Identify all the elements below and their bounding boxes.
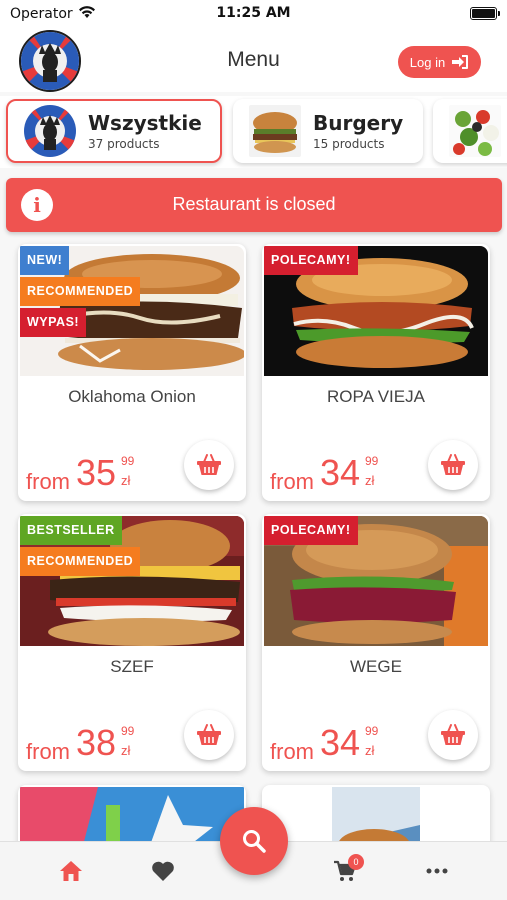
login-button[interactable]: Log in — [398, 46, 481, 78]
nav-home[interactable] — [56, 856, 86, 886]
price-cents: 99 — [365, 454, 379, 468]
category-name: Wszystkie — [88, 111, 202, 135]
price-main: 34 — [320, 452, 361, 493]
basket-icon — [197, 454, 221, 475]
price-currency: zł — [365, 473, 375, 488]
category-carousel[interactable]: Wszystkie 37 products Burgery 15 product… — [0, 96, 507, 168]
app-header: Menu Log in — [0, 28, 507, 92]
price-from-label: from — [26, 469, 70, 494]
badge-new: NEW! — [20, 246, 70, 275]
product-card-wege[interactable]: POLECAMY! WEGE from 34 99 zł — [262, 514, 490, 771]
more-icon — [426, 868, 448, 874]
restaurant-closed-banner: i Restaurant is closed — [6, 178, 502, 232]
category-burgery[interactable]: Burgery 15 products — [233, 99, 423, 163]
price-cents: 99 — [121, 454, 135, 468]
login-label: Log in — [409, 54, 446, 70]
product-card-szef[interactable]: BESTSELLER RECOMMENDED SZEF from 38 99 z… — [18, 514, 246, 771]
badge-polecamy: POLECAMY! — [264, 246, 358, 275]
price-currency: zł — [121, 473, 131, 488]
product-name: SZEF — [110, 657, 154, 676]
price-main: 34 — [320, 722, 361, 763]
home-icon — [60, 861, 82, 881]
price-from-label: from — [26, 739, 70, 764]
nav-more[interactable] — [422, 856, 452, 886]
product-name: Oklahoma Onion — [68, 387, 196, 406]
closed-text: Restaurant is closed — [172, 194, 336, 214]
basket-icon — [441, 454, 465, 475]
badge-polecamy: POLECAMY! — [264, 516, 358, 545]
clock: 11:25 AM — [216, 5, 291, 21]
product-name: ROPA VIEJA — [327, 387, 425, 406]
price-from-label: from — [270, 739, 314, 764]
nav-favorites[interactable] — [148, 856, 178, 886]
add-to-cart-button[interactable] — [184, 710, 234, 760]
category-all-thumbnail — [24, 105, 76, 157]
search-icon — [243, 830, 266, 853]
badge-wypas: WYPAS! — [20, 308, 87, 337]
nav-cart[interactable]: 0 — [330, 854, 364, 886]
price-main: 38 — [76, 722, 117, 763]
category-burgery-thumbnail — [249, 105, 301, 157]
login-icon — [452, 55, 469, 69]
category-count: 37 products — [88, 137, 160, 151]
add-to-cart-button[interactable] — [428, 710, 478, 760]
price-cents: 99 — [121, 724, 135, 738]
add-to-cart-button[interactable] — [428, 440, 478, 490]
price-currency: zł — [365, 743, 375, 758]
price-cents: 99 — [365, 724, 379, 738]
battery-icon — [470, 7, 500, 20]
search-button[interactable] — [220, 807, 288, 875]
product-card-ropa-vieja[interactable]: POLECAMY! ROPA VIEJA from 34 99 zł — [262, 244, 490, 501]
price-main: 35 — [76, 452, 117, 493]
category-salads-thumbnail — [449, 105, 501, 157]
category-name: Burgery — [313, 111, 404, 135]
badge-recommended: RECOMMENDED — [20, 547, 141, 576]
badge-bestseller: BESTSELLER — [20, 516, 122, 545]
category-count: 15 products — [313, 137, 385, 151]
add-to-cart-button[interactable] — [184, 440, 234, 490]
basket-icon — [197, 724, 221, 745]
product-card-oklahoma-onion[interactable]: NEW! RECOMMENDED WYPAS! Oklahoma Onion f… — [18, 244, 246, 501]
badge-recommended: RECOMMENDED — [20, 277, 141, 306]
product-name: WEGE — [350, 657, 402, 676]
category-all[interactable]: Wszystkie 37 products — [6, 99, 222, 163]
category-salads[interactable] — [433, 99, 507, 163]
price-from-label: from — [270, 469, 314, 494]
heart-icon — [152, 861, 174, 881]
price-currency: zł — [121, 743, 131, 758]
cart-count-badge: 0 — [348, 854, 364, 870]
status-bar: Operator 11:25 AM — [0, 0, 507, 28]
basket-icon — [441, 724, 465, 745]
